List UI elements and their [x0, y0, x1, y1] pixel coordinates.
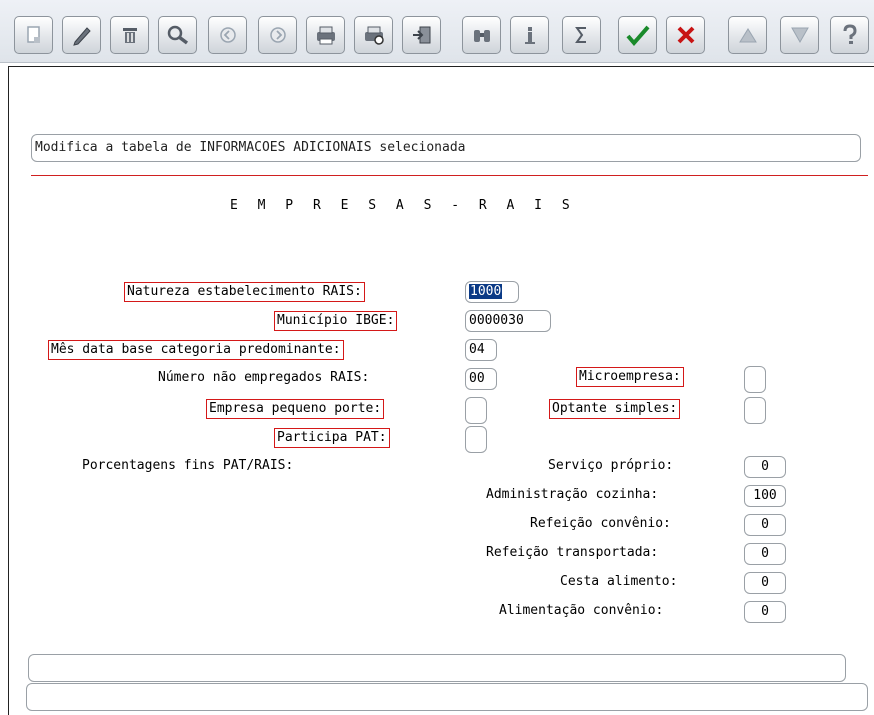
pct-input-refeicao-convenio[interactable]: 0	[744, 514, 786, 536]
municipio-input[interactable]: 0000030	[465, 310, 551, 332]
mes-label: Mês data base categoria predominante:	[48, 340, 344, 360]
binoculars-icon[interactable]	[462, 16, 501, 54]
nao-empregados-label: Número não empregados RAIS:	[158, 370, 370, 385]
exit-door-icon[interactable]	[402, 16, 441, 54]
bottom-message-1	[28, 654, 846, 682]
separator-line	[31, 175, 868, 176]
natureza-input[interactable]: 1000	[465, 281, 519, 303]
natureza-value: 1000	[469, 284, 503, 299]
natureza-label: Natureza estabelecimento RAIS:	[124, 282, 365, 302]
optante-checkbox[interactable]	[744, 397, 766, 424]
municipio-label: Município IBGE:	[274, 311, 398, 331]
previous-icon[interactable]	[208, 16, 247, 54]
bottom-message-2	[26, 683, 868, 711]
optante-label: Optante simples:	[549, 399, 681, 419]
sum-icon[interactable]	[562, 16, 601, 54]
move-down-icon[interactable]	[780, 16, 819, 54]
microempresa-label: Microempresa:	[576, 367, 684, 387]
pct-label-refeicao-convenio: Refeição convênio:	[530, 516, 671, 531]
move-up-icon[interactable]	[728, 16, 767, 54]
pct-label-alimentacao-convenio: Alimentação convênio:	[499, 603, 664, 618]
screen-title: E M P R E S A S - R A I S	[230, 198, 576, 213]
search-magnifier-icon[interactable]	[158, 16, 197, 54]
pct-label-refeicao-transportada: Refeição transportada:	[486, 545, 659, 560]
pequeno-porte-label: Empresa pequeno porte:	[206, 399, 385, 419]
new-record-icon[interactable]	[14, 16, 53, 54]
pct-input-cesta[interactable]: 0	[744, 572, 786, 594]
confirm-check-icon[interactable]	[618, 16, 657, 54]
toolbar	[0, 0, 874, 63]
pct-input-administracao[interactable]: 100	[744, 485, 786, 507]
microempresa-checkbox[interactable]	[744, 366, 766, 393]
pct-label-administracao: Administração cozinha:	[486, 487, 659, 502]
pat-checkbox[interactable]	[465, 426, 487, 453]
pct-input-refeicao-transportada[interactable]: 0	[744, 543, 786, 565]
next-icon[interactable]	[258, 16, 297, 54]
delete-trash-icon[interactable]	[110, 16, 149, 54]
print-icon[interactable]	[306, 16, 345, 54]
pat-label: Participa PAT:	[274, 428, 390, 448]
pct-input-alimentacao-convenio[interactable]: 0	[744, 601, 786, 623]
porcentagens-label: Porcentagens fins PAT/RAIS:	[82, 458, 294, 473]
help-icon[interactable]	[830, 16, 869, 54]
pequeno-porte-checkbox[interactable]	[465, 397, 487, 424]
pct-input-servico[interactable]: 0	[744, 456, 786, 478]
print-preview-icon[interactable]	[354, 16, 393, 54]
edit-pencil-icon[interactable]	[62, 16, 101, 54]
status-message-field: Modifica a tabela de INFORMACOES ADICION…	[31, 134, 861, 162]
mes-input[interactable]: 04	[465, 339, 497, 361]
pct-label-servico: Serviço próprio:	[548, 458, 674, 473]
nao-empregados-input[interactable]: 00	[465, 368, 497, 390]
cancel-x-icon[interactable]	[666, 16, 705, 54]
pct-label-cesta: Cesta alimento:	[560, 574, 678, 589]
info-icon[interactable]	[510, 16, 549, 54]
